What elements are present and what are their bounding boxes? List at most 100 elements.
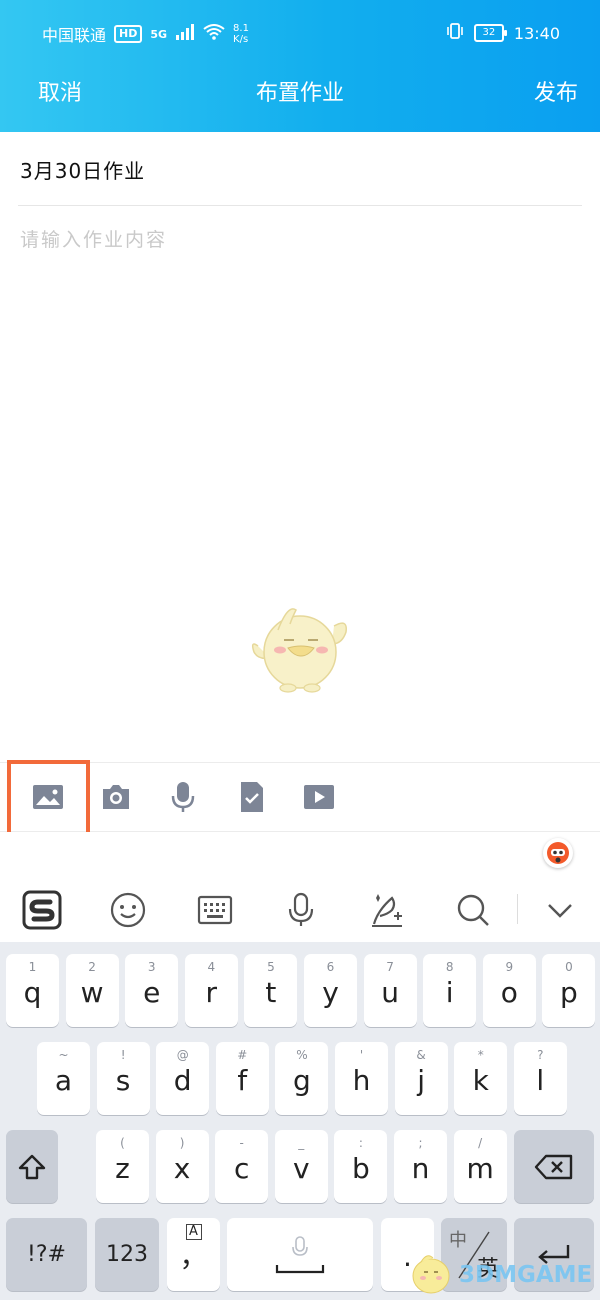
keyboard-icon[interactable] [195,890,235,930]
attachment-toolbar [0,762,600,832]
comma-key[interactable]: A ， [167,1218,220,1291]
header-bar: 中国联通 HD 5G 8.1 K/s 32 13:40 取消 布置作业 发布 [0,0,600,132]
key-label: b [352,1152,370,1185]
key-sub-label: : [358,1136,363,1150]
key-sub-label: # [237,1048,248,1062]
key-c[interactable]: -c [215,1130,269,1203]
key-x[interactable]: ) x [155,1130,209,1203]
key-h[interactable]: ' h [335,1042,388,1115]
video-icon[interactable] [299,777,339,817]
comma-key-sub: A [185,1224,202,1240]
period-key-label: . [403,1240,412,1273]
wifi-icon [203,24,225,44]
key-label: c [233,1152,250,1185]
carrier-name: 中国联通 [42,26,107,45]
key-sub-label: 9 [505,960,514,974]
key-sub-label: ? [537,1048,544,1062]
key-label: u [381,976,399,1009]
key-label: s [115,1064,131,1097]
key-w[interactable]: 2w [65,954,119,1027]
key-label: e [143,976,161,1009]
hd-badge: HD [114,25,143,43]
document-check-icon[interactable] [232,777,272,817]
key-v[interactable]: _ v [274,1130,328,1203]
key-q[interactable]: 1q [6,954,59,1027]
shift-key[interactable] [6,1130,58,1203]
enter-key[interactable] [514,1218,594,1291]
camera-icon[interactable] [96,777,136,817]
key-t[interactable]: 5t [244,954,298,1027]
keyboard-toolbar [0,880,600,936]
language-divider-icon [458,1231,490,1279]
key-p[interactable]: 0p [542,954,596,1027]
symbols-key-label: !?# [27,1242,66,1267]
speed-value: 8.1 [233,23,249,34]
keyboard: 1q2w3e4r5t6y7u8i9o0p ~ a! s @ d # f% g ' h & j * k? l … [0,942,600,1300]
page-title: 布置作业 [255,81,344,106]
space-key[interactable] [227,1218,373,1291]
numbers-key[interactable]: 123 [95,1218,159,1291]
sogou-logo-icon[interactable] [22,890,62,930]
publish-button[interactable]: 发布 [534,75,578,107]
key-g[interactable]: % g [275,1042,329,1115]
search-icon[interactable] [453,890,493,930]
key-label: h [352,1064,371,1097]
key-u[interactable]: 7u [363,954,417,1027]
key-sub-label: ) [179,1136,185,1150]
key-i[interactable]: 8i [423,954,477,1027]
key-label: l [536,1064,545,1097]
key-label: n [411,1152,430,1185]
key-sub-label: ~ [58,1048,69,1062]
key-d[interactable]: @ d [156,1042,210,1115]
voice-icon[interactable] [281,890,321,930]
key-j[interactable]: & j [394,1042,448,1115]
clock: 13:40 [513,23,560,43]
key-sub-label: ( [120,1136,125,1150]
key-sub-label: 7 [386,960,394,974]
microphone-icon[interactable] [163,777,203,817]
key-label: g [293,1064,311,1097]
key-label: x [173,1152,191,1185]
key-sub-label: 6 [326,960,335,974]
symbols-key[interactable]: !?# [6,1218,87,1291]
key-e[interactable]: 3e [125,954,179,1027]
key-n[interactable]: ; n [394,1130,447,1203]
numbers-key-label: 123 [106,1242,148,1267]
keyboard-top-panel [0,832,600,942]
language-switch-key[interactable]: 中 英 [441,1218,507,1291]
network-speed: 8.1 K/s [233,23,249,45]
key-k[interactable]: * k [454,1042,508,1115]
key-y[interactable]: 6y [304,954,357,1027]
key-b[interactable]: :b [334,1130,388,1203]
handwriting-icon[interactable] [367,890,407,930]
key-z[interactable]: (z [96,1130,149,1203]
key-label: r [205,976,218,1009]
space-bar-icon [275,1264,325,1273]
key-sub-label: * [477,1048,484,1062]
key-m[interactable]: / m [453,1130,507,1203]
key-sub-label: % [296,1048,308,1062]
space-mic-icon [292,1235,308,1256]
key-label: f [237,1064,248,1097]
key-label: j [417,1064,425,1097]
key-r[interactable]: 4r [184,954,238,1027]
key-label: d [173,1064,192,1097]
assistant-icon[interactable] [543,838,573,868]
period-key[interactable]: . [381,1218,434,1291]
key-s[interactable]: ! s [96,1042,150,1115]
emoji-icon[interactable] [108,890,148,930]
collapse-icon[interactable] [540,890,580,930]
cancel-button[interactable]: 取消 [38,75,82,107]
backspace-key[interactable] [514,1130,594,1203]
key-a[interactable]: ~ a [37,1042,90,1115]
homework-title[interactable]: 3月30日作业 [20,155,145,184]
key-sub-label: ; [418,1136,423,1150]
nav-bar: 取消 布置作业 发布 [0,75,600,115]
key-l[interactable]: ? l [513,1042,567,1115]
key-f[interactable]: # f [215,1042,269,1115]
key-sub-label: 2 [88,960,96,974]
comma-key-label: ， [179,1240,208,1273]
key-o[interactable]: 9o [482,954,536,1027]
key-sub-label: 4 [207,960,216,974]
key-sub-label: 1 [28,960,37,974]
